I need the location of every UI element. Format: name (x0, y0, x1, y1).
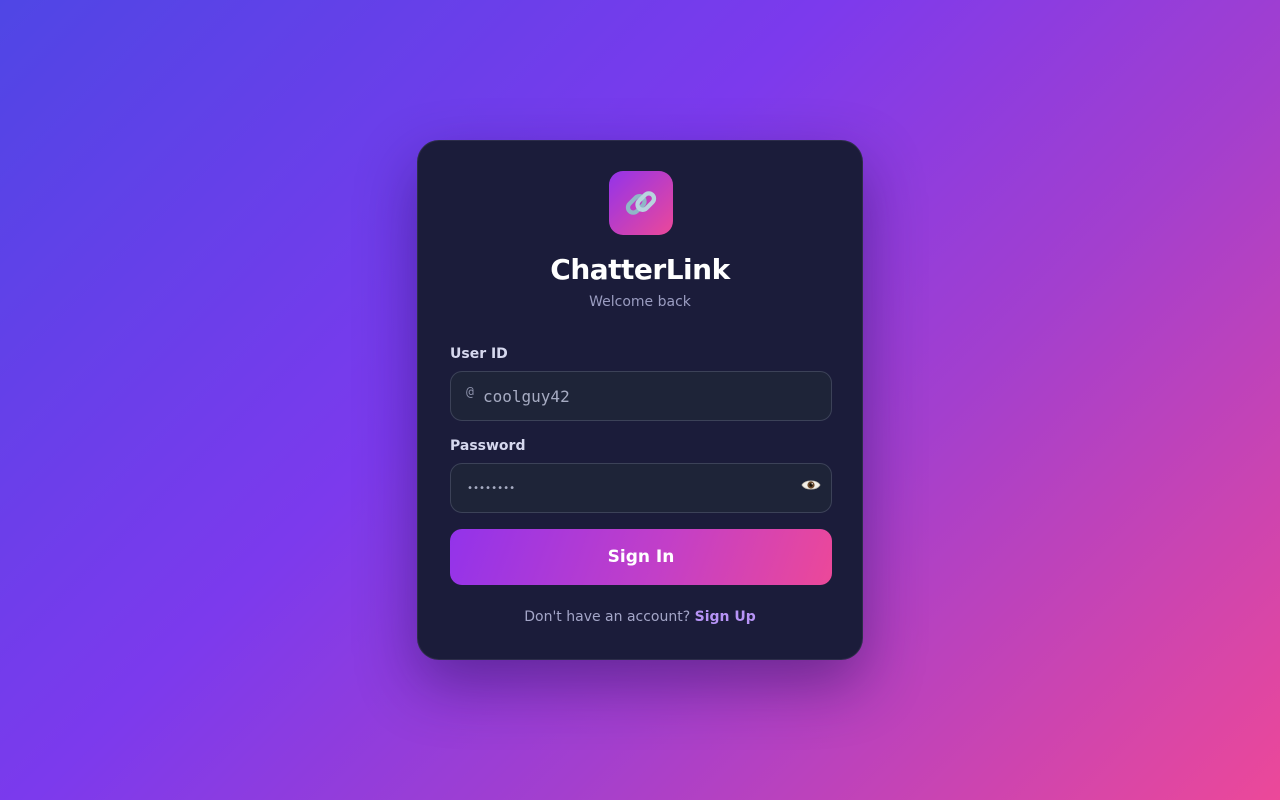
sign-up-link[interactable]: Sign Up (695, 609, 756, 625)
password-label: Password (450, 438, 526, 454)
signup-prompt-text: Don't have an account? (524, 609, 691, 625)
login-card: ChatterLink Welcome back User ID @ Passw… (417, 140, 863, 660)
signup-prompt: Don't have an account? Sign Up (418, 609, 862, 625)
user-id-label: User ID (450, 346, 508, 362)
user-id-field: @ (450, 371, 832, 421)
password-field (450, 463, 832, 513)
app-title: ChatterLink (550, 253, 730, 286)
password-input[interactable] (451, 464, 831, 512)
user-id-input[interactable] (451, 372, 831, 420)
eye-icon[interactable] (801, 478, 821, 492)
link-icon (625, 191, 657, 215)
sign-in-button[interactable]: Sign In (450, 529, 832, 585)
app-subtitle: Welcome back (589, 294, 691, 310)
app-logo (609, 171, 673, 235)
